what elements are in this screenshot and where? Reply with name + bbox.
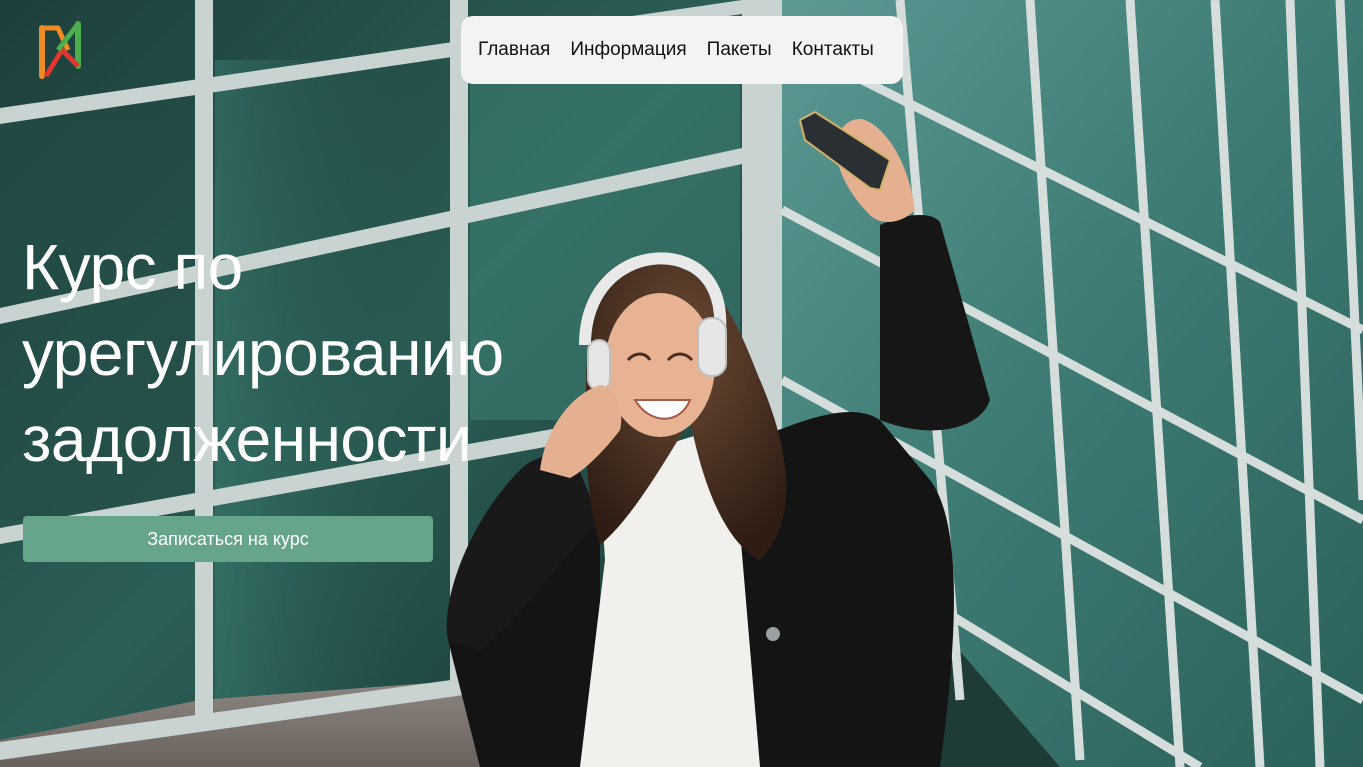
- nav-link-contacts[interactable]: Контакты: [792, 39, 874, 61]
- hero-title-line: задолженности: [22, 403, 472, 475]
- hero-title: Курс по урегулированию задолженности: [22, 224, 582, 482]
- brand-logo-icon[interactable]: [38, 20, 82, 84]
- nav-link-packages[interactable]: Пакеты: [707, 39, 772, 61]
- hero-title-line: Курс по: [22, 231, 243, 303]
- main-navigation: Главная Информация Пакеты Контакты: [461, 16, 903, 84]
- enroll-course-button[interactable]: Записаться на курс: [23, 516, 433, 562]
- hero-title-line: урегулированию: [22, 317, 504, 389]
- nav-link-home[interactable]: Главная: [478, 39, 550, 61]
- hero-section: Главная Информация Пакеты Контакты Курс …: [0, 0, 1363, 767]
- nav-link-info[interactable]: Информация: [570, 39, 686, 61]
